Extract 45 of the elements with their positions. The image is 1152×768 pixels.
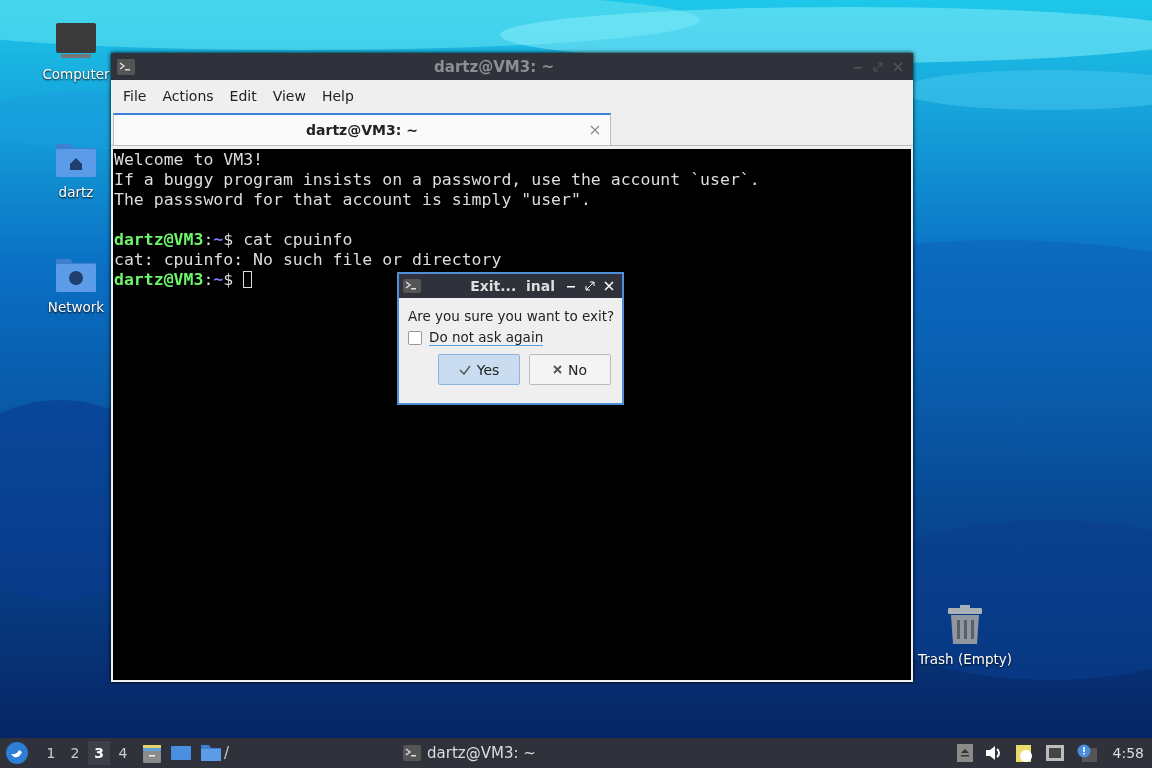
workspace-button[interactable]: 2 [64,741,86,765]
speaker-icon[interactable] [984,745,1003,761]
workspace-button[interactable]: 1 [40,741,62,765]
window-title: dartz@VM3: ~ [433,57,555,76]
menu-item[interactable]: Actions [154,87,222,104]
dialog-title: Exit... inal [469,278,556,294]
terminal-icon [403,745,422,761]
terminal-icon [403,279,421,293]
desktop-icon-label[interactable]: dartz [58,184,94,200]
desktop-icon[interactable] [170,744,192,762]
terminal-line: cat: cpuinfo: No such file or directory [114,249,502,269]
yes-button[interactable]: Yes [438,354,520,385]
no-button[interactable]: No [529,354,611,385]
folder-path-label[interactable]: / [224,744,230,762]
menu-item[interactable]: View [264,87,314,104]
terminal-tab[interactable]: dartz@VM3: ~ [113,113,611,145]
dialog-message: Are you sure you want to exit? [408,308,614,324]
terminal-line: dartz@VM3:~$ [114,269,235,289]
workspace-button[interactable]: 4 [112,741,134,765]
file-cabinet-icon[interactable] [142,743,162,763]
close-icon [552,365,562,374]
terminal-line: dartz@VM3:~$ cat cpuinfo [114,229,353,249]
desktop-icon-label[interactable]: Network [47,299,105,315]
clipboard-icon[interactable] [1014,743,1033,763]
notification-icon[interactable] [1076,744,1097,762]
terminal-line: Welcome to VM3! [114,149,263,169]
taskbar-window-button[interactable]: dartz@VM3: ~ [399,740,540,766]
folder-icon[interactable] [200,744,222,762]
desktop-icon-label[interactable]: Trash (Empty) [918,651,1013,667]
terminal-line: If a buggy program insists on a password, use the account `user`. [114,169,760,189]
eject-icon[interactable] [956,744,973,762]
trash-icon[interactable] [947,605,983,645]
network-port-icon[interactable] [1044,744,1065,762]
checkbox[interactable] [408,330,422,345]
checkbox-label[interactable]: Do not ask again [429,329,544,346]
clock[interactable]: 4:58 [1112,745,1144,761]
monitor-icon[interactable] [55,22,97,60]
start-menu-icon[interactable] [6,742,28,764]
checkmark-icon [458,364,471,375]
menu-item[interactable]: Help [313,87,362,104]
menu-item[interactable]: File [115,87,155,104]
menu-item[interactable]: Edit [221,87,265,104]
terminal-line: The passsword for that account is simply "user". [114,189,591,209]
workspace-button[interactable]: 3 [88,741,110,765]
terminal-icon [117,58,135,75]
